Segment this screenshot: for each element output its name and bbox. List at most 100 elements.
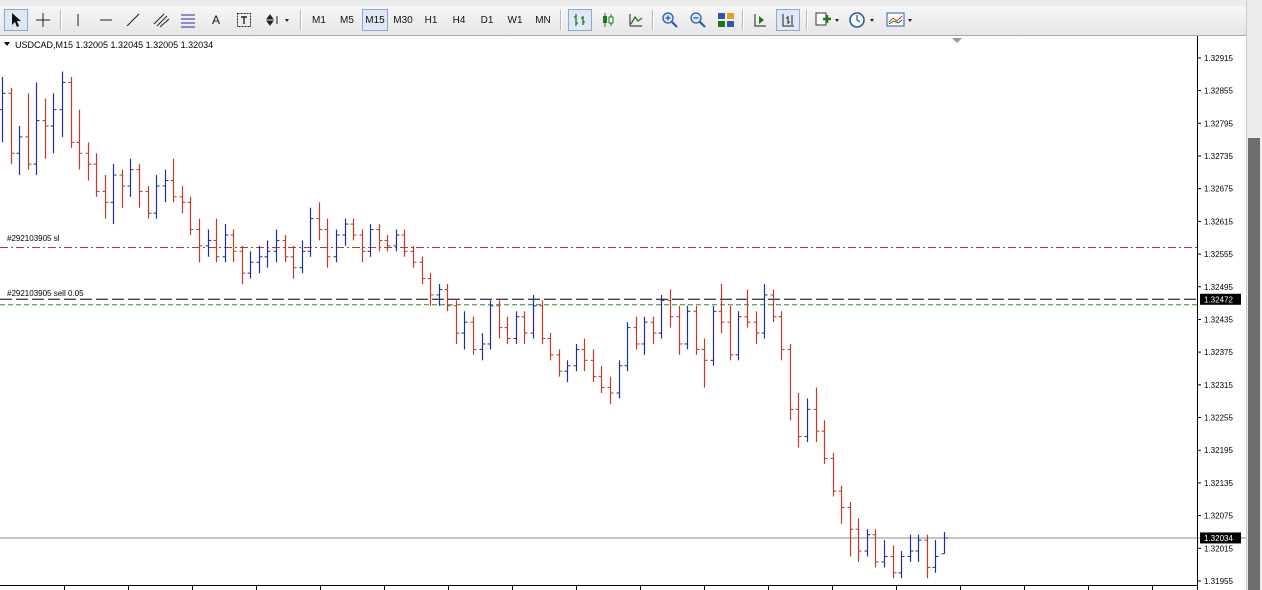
ohlc-bar	[701, 338, 708, 388]
ohlc-bar	[461, 311, 468, 350]
chart-shift-icon	[754, 14, 766, 27]
chart-header: USDCAD,M15 1.32005 1.32045 1.32005 1.320…	[15, 40, 213, 50]
timeframe-m15[interactable]: M15	[362, 9, 388, 31]
zoom-in-button[interactable]	[658, 9, 682, 31]
ohlc-bar	[239, 245, 246, 285]
ohlc-bar	[50, 93, 57, 154]
price-axis: 1.32915 1.32855 1.32795 1.32735 1.32675 1.326…	[0, 36, 1233, 590]
ohlc-bar	[145, 185, 152, 219]
ohlc-bar	[915, 534, 922, 562]
ohlc-bar	[479, 333, 486, 361]
trendline-button[interactable]	[121, 9, 145, 31]
ohlc-bar	[907, 534, 914, 562]
timeframe-h1[interactable]: H1	[418, 9, 444, 31]
ohlc-bar	[127, 158, 134, 197]
timeframe-d1[interactable]: D1	[474, 9, 500, 31]
ohlc-bar	[710, 305, 717, 366]
templates-dropdown[interactable]	[884, 9, 918, 31]
ohlc-bar	[33, 82, 40, 176]
ohlc-bar	[590, 349, 597, 383]
ohlc-bar	[376, 224, 383, 252]
timeframe-m1[interactable]: M1	[306, 9, 332, 31]
ohlc-bar	[324, 218, 331, 268]
order-line-label: #292103905 sell 0.05	[7, 289, 84, 298]
sl-line-label: #292103905 sl	[7, 234, 60, 243]
right-scrollbar-thumb[interactable]	[1248, 138, 1260, 590]
ohlc-bar	[556, 349, 563, 377]
horizontal-line-icon	[100, 19, 112, 21]
ohlc-bar	[795, 393, 802, 448]
chart-window[interactable]: 1.32915 1.32855 1.32795 1.32735 1.32675 1.326…	[0, 36, 1246, 590]
timeframe-m5[interactable]: M5	[334, 9, 360, 31]
ohlc-bar	[153, 175, 160, 219]
line-chart-button[interactable]	[624, 9, 648, 31]
ohlc-bar	[136, 164, 143, 208]
ohlc-bar	[162, 169, 169, 203]
ohlc-bar	[744, 289, 751, 328]
ohlc-bar	[230, 229, 237, 263]
ohlc-bar	[598, 365, 605, 394]
ohlc-bar	[504, 316, 511, 344]
cursor-tool-button[interactable]	[4, 9, 28, 31]
autoscroll-button[interactable]	[776, 9, 800, 31]
ohlc-bar	[787, 343, 794, 421]
crosshair-icon	[36, 13, 50, 27]
vertical-line-button[interactable]	[66, 9, 90, 31]
ohlc-bar	[804, 398, 811, 443]
ohlc-bar	[830, 452, 837, 497]
price-tick-label: 1.32135	[1204, 479, 1233, 488]
order-price-text: 1.32472	[1204, 295, 1233, 304]
periods-clock-dropdown[interactable]	[846, 9, 880, 31]
clock-icon	[849, 12, 874, 28]
text-tool-button[interactable]: A	[204, 9, 228, 31]
toolbar-separator	[60, 10, 62, 30]
ohlc-bar	[290, 245, 297, 279]
candlestick-icon	[603, 13, 614, 27]
arrows-tool-dropdown[interactable]	[262, 9, 294, 31]
price-tick-label: 1.31955	[1204, 577, 1233, 586]
ohlc-bar	[350, 218, 357, 241]
equidistant-channel-button[interactable]	[149, 9, 173, 31]
price-tick-label: 1.32615	[1204, 217, 1233, 226]
chart-shift-marker-icon[interactable]	[952, 38, 962, 43]
price-chart[interactable]: 1.32915 1.32855 1.32795 1.32735 1.32675 1.326…	[0, 36, 1246, 590]
ohlc-bar	[932, 540, 939, 573]
ohlc-bar	[753, 311, 760, 344]
indicators-dropdown[interactable]	[812, 9, 844, 31]
zoom-in-icon	[662, 12, 678, 28]
ohlc-bar	[170, 158, 177, 203]
bar-chart-button[interactable]	[568, 9, 592, 31]
ohlc-bar	[496, 300, 503, 339]
ohlc-bar	[68, 76, 75, 148]
ohlc-bar	[393, 229, 400, 252]
indicators-icon	[815, 12, 839, 26]
ohlc-bar	[102, 175, 109, 219]
ohlc-bar	[727, 305, 734, 361]
ohlc-bar	[384, 234, 391, 252]
autoscroll-icon	[782, 14, 794, 27]
ohlc-bar	[179, 185, 186, 214]
text-label-tool-button[interactable]	[232, 9, 256, 31]
ohlc-bars	[0, 71, 948, 579]
timeframe-h4[interactable]: H4	[446, 9, 472, 31]
timeframe-mn[interactable]: MN	[530, 9, 556, 31]
ohlc-bar	[872, 529, 879, 568]
toolbar-separator	[560, 10, 562, 30]
chart-menu-arrow-icon[interactable]	[4, 42, 10, 46]
ohlc-bar	[641, 316, 648, 355]
chart-shift-button[interactable]	[748, 9, 772, 31]
ohlc-bar	[487, 300, 494, 350]
ohlc-bar	[401, 229, 408, 257]
fibonacci-button[interactable]	[176, 9, 200, 31]
timeframe-w1[interactable]: W1	[502, 9, 528, 31]
crosshair-tool-button[interactable]	[31, 9, 55, 31]
timeframe-m30[interactable]: M30	[390, 9, 416, 31]
price-tick-label: 1.32795	[1204, 119, 1233, 128]
ohlc-bar	[359, 229, 366, 263]
tile-windows-button[interactable]	[714, 9, 738, 31]
horizontal-line-button[interactable]	[94, 9, 118, 31]
ohlc-bar	[813, 387, 820, 443]
candlestick-chart-button[interactable]	[596, 9, 620, 31]
ohlc-bar	[213, 218, 220, 263]
zoom-out-button[interactable]	[686, 9, 710, 31]
